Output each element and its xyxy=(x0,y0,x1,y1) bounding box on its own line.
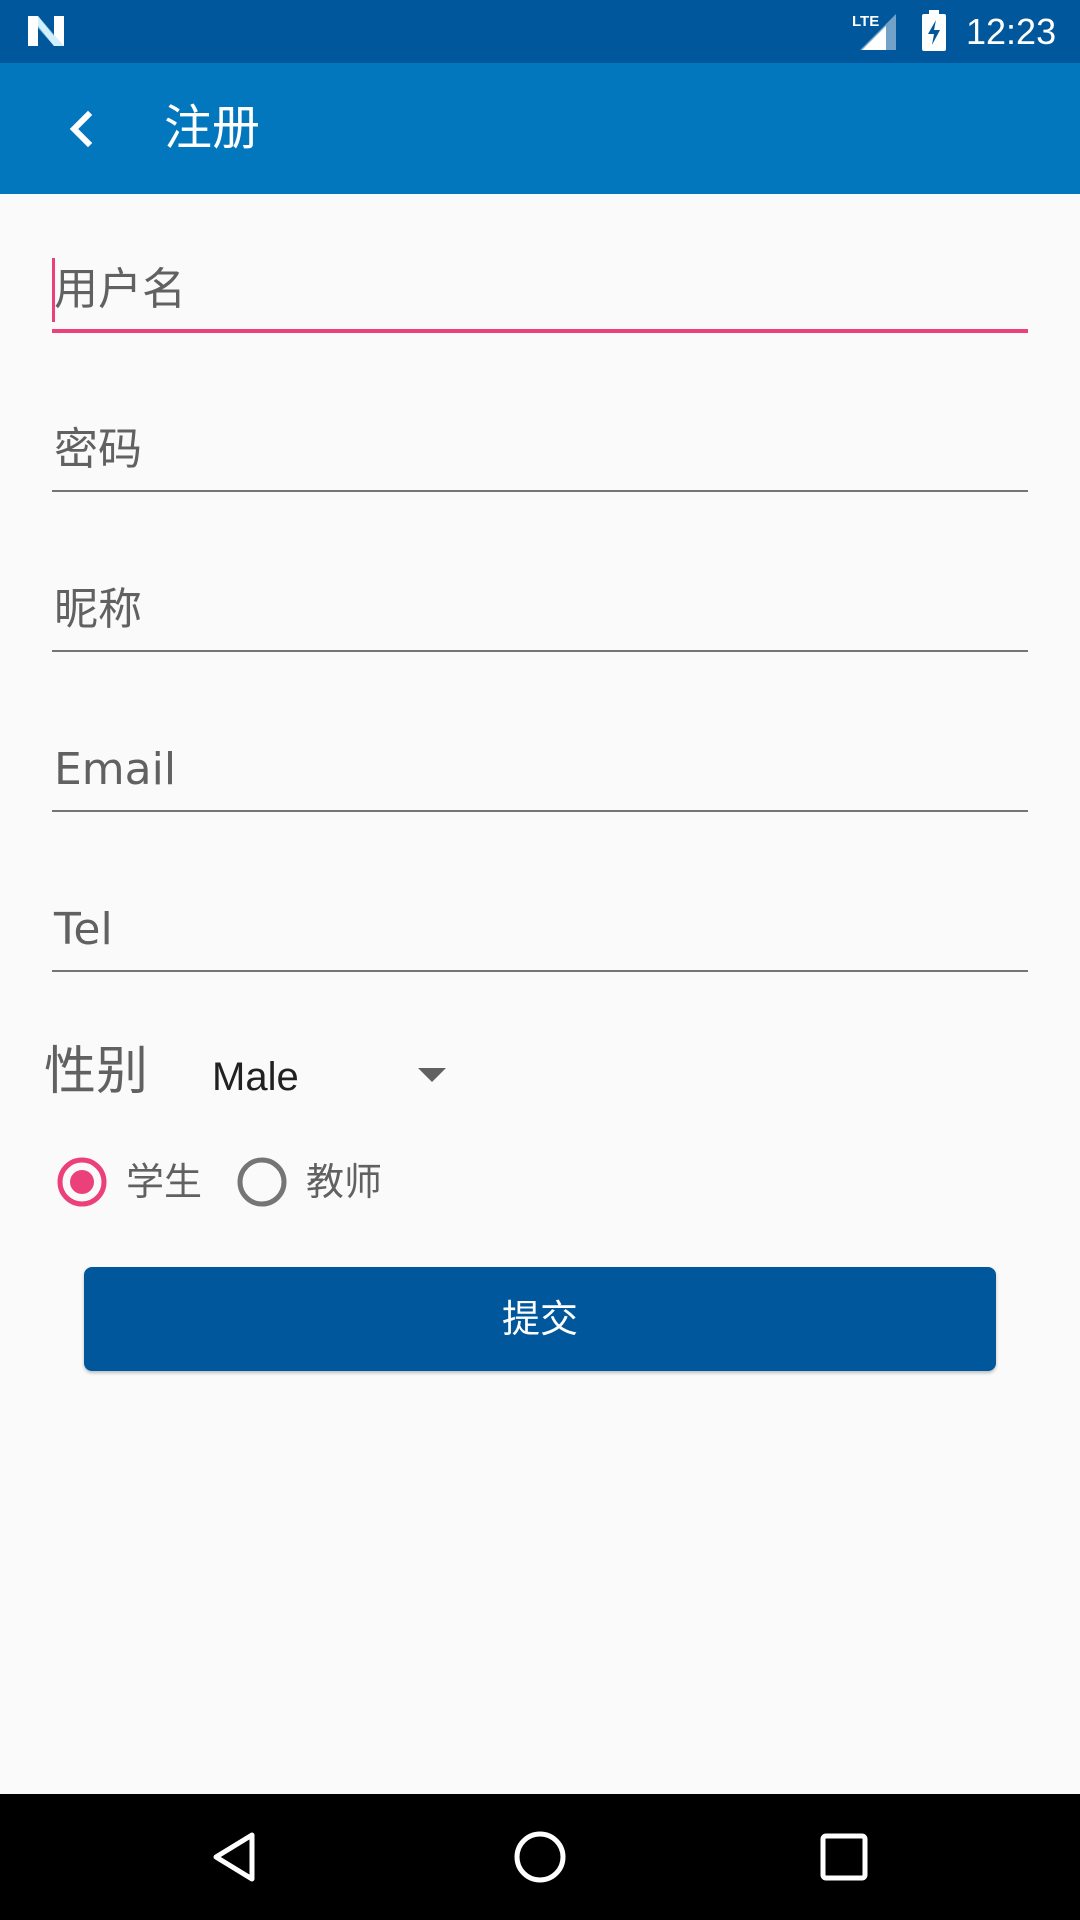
lte-signal-icon: LTE xyxy=(852,13,896,50)
recents-square-icon[interactable] xyxy=(814,1827,874,1887)
radio-checked-icon xyxy=(57,1157,107,1207)
back-arrow-icon xyxy=(69,110,93,148)
text-cursor xyxy=(52,258,55,322)
system-nav-bar xyxy=(0,1794,1080,1920)
username-field[interactable]: 用户名 xyxy=(52,252,1028,333)
gender-spinner[interactable]: Male xyxy=(200,1044,460,1108)
gender-label: 性别 xyxy=(44,1042,149,1102)
email-placeholder: Email xyxy=(54,744,177,795)
password-field[interactable]: 密码 xyxy=(52,412,1028,492)
notification-n-icon xyxy=(28,16,64,46)
back-triangle-icon[interactable] xyxy=(206,1827,266,1887)
page-title: 注册 xyxy=(164,100,261,156)
username-underline xyxy=(52,329,1028,333)
status-bar: LTE 12:23 xyxy=(0,0,1080,63)
radio-student-label: 学生 xyxy=(126,1160,203,1204)
submit-button[interactable]: 提交 xyxy=(84,1267,996,1371)
status-time: 12:23 xyxy=(966,11,1057,52)
password-placeholder: 密码 xyxy=(54,424,142,475)
tel-field[interactable]: Tel xyxy=(52,892,1028,972)
tel-placeholder: Tel xyxy=(54,904,113,955)
nickname-placeholder: 昵称 xyxy=(54,584,142,635)
lte-label: LTE xyxy=(852,13,879,30)
radio-teacher[interactable]: 教师 xyxy=(236,1152,396,1212)
radio-unchecked-icon xyxy=(237,1157,287,1207)
radio-student[interactable]: 学生 xyxy=(56,1152,216,1212)
gender-selected-value: Male xyxy=(212,1055,299,1099)
back-button[interactable] xyxy=(48,97,112,161)
radio-teacher-label: 教师 xyxy=(306,1160,383,1204)
app-toolbar: 注册 xyxy=(0,63,1080,194)
submit-button-label: 提交 xyxy=(501,1297,578,1341)
nickname-underline xyxy=(52,650,1028,652)
email-field[interactable]: Email xyxy=(52,732,1028,812)
nickname-field[interactable]: 昵称 xyxy=(52,572,1028,652)
dropdown-arrow-icon xyxy=(418,1068,446,1082)
password-underline xyxy=(52,490,1028,492)
tel-underline xyxy=(52,970,1028,972)
home-circle-icon[interactable] xyxy=(510,1827,570,1887)
username-placeholder: 用户名 xyxy=(54,264,186,315)
email-underline xyxy=(52,810,1028,812)
battery-charging-icon xyxy=(922,10,946,51)
